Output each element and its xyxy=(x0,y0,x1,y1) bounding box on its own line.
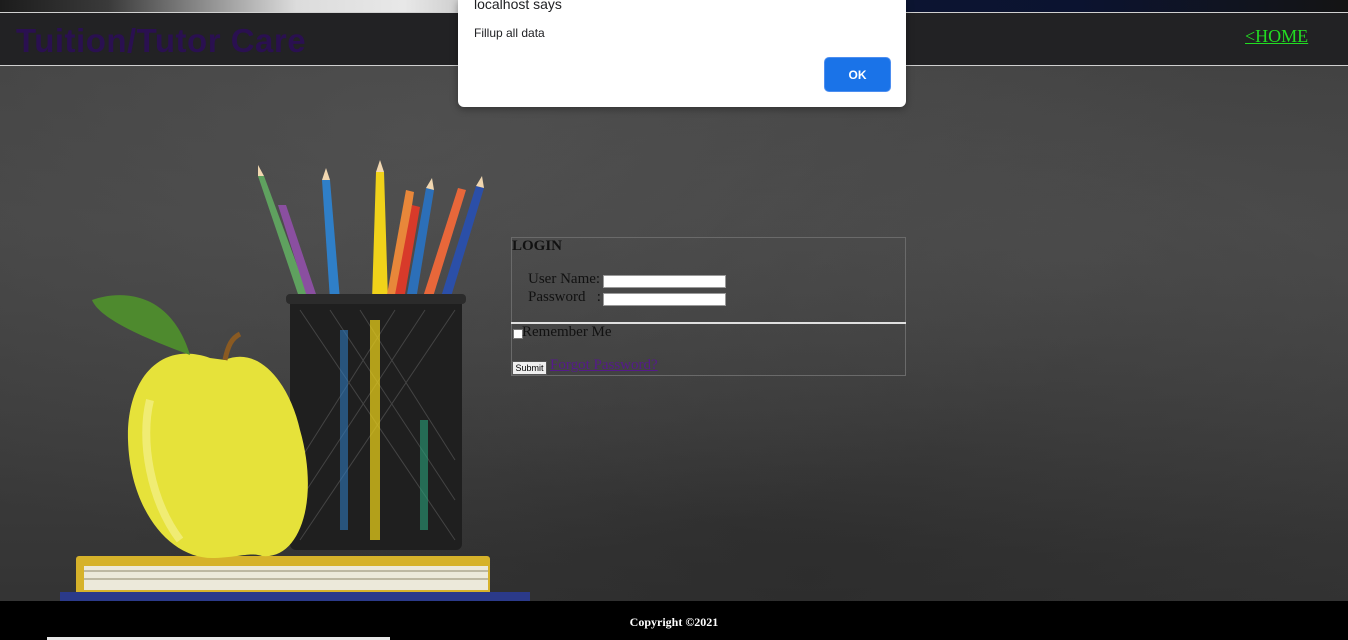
copyright-text: Copyright ©2021 xyxy=(629,615,719,629)
site-title: Tuition/Tutor Care xyxy=(16,22,307,59)
password-input[interactable] xyxy=(603,293,726,306)
login-heading: LOGIN xyxy=(512,238,563,254)
site-footer: Copyright ©2021 xyxy=(0,601,1348,640)
alert-dialog: localhost says Fillup all data OK xyxy=(458,0,906,107)
remember-me-label: Remember Me xyxy=(522,324,612,340)
username-label: User Name: xyxy=(528,271,601,287)
alert-ok-button[interactable]: OK xyxy=(825,58,890,91)
password-label: Password : xyxy=(528,289,601,305)
alert-title: localhost says xyxy=(474,0,562,12)
username-input[interactable] xyxy=(603,275,726,288)
submit-button[interactable]: Submit xyxy=(512,361,547,375)
alert-message: Fillup all data xyxy=(474,26,545,40)
forgot-password-link[interactable]: Forgot Password? xyxy=(550,357,658,374)
login-form: LOGIN User Name: Password : Remember Me … xyxy=(511,237,906,376)
home-link[interactable]: <HOME xyxy=(1245,26,1308,47)
